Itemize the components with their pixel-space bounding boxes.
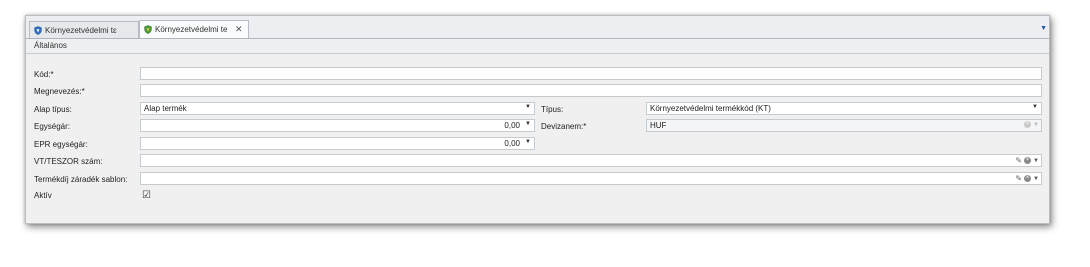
form-window: Környezetvédelmi tɛ Környezetvédelmi te … <box>25 15 1050 224</box>
termekdij-input[interactable]: ✎ × ▼ <box>140 172 1042 185</box>
tab-label: Környezetvédelmi tɛ <box>45 25 117 35</box>
devizanem-value: HUF <box>650 121 667 130</box>
tab-kornyezetvedelmi-2[interactable]: Környezetvédelmi te ✕ <box>139 20 249 38</box>
egysegar-value: 0,00 <box>504 121 520 130</box>
shield-icon <box>144 25 152 34</box>
kod-label: Kód:* <box>34 70 54 79</box>
clear-icon[interactable]: × <box>1024 175 1032 182</box>
chevron-down-icon[interactable]: ▼ <box>1033 122 1039 128</box>
tab-strip: Környezetvédelmi tɛ Környezetvédelmi te … <box>26 16 1049 39</box>
chevron-down-icon[interactable]: ▼ <box>525 139 531 145</box>
chevron-down-icon[interactable]: ▼ <box>1032 104 1038 110</box>
termekdij-label: Termékdíj záradék sablon: <box>34 175 128 184</box>
tab-kornyezetvedelmi-1[interactable]: Környezetvédelmi tɛ <box>29 21 139 38</box>
epr-egysegar-input[interactable]: 0,00 ▼ <box>140 137 535 150</box>
pencil-icon[interactable]: ✎ <box>1015 174 1022 183</box>
clear-icon[interactable]: × <box>1024 157 1032 164</box>
group-header: Általános <box>26 39 1049 54</box>
epr-egysegar-value: 0,00 <box>504 139 520 148</box>
megnevezes-input[interactable] <box>140 84 1042 97</box>
tipus-label: Típus: <box>541 105 564 114</box>
egysegar-label: Egységár: <box>34 122 71 131</box>
tab-label: Környezetvédelmi te <box>155 25 227 34</box>
vt-teszor-input[interactable]: ✎ × ▼ <box>140 154 1042 167</box>
chevron-down-icon[interactable]: ▼ <box>1033 158 1039 164</box>
aktiv-checkbox[interactable]: ☑ <box>142 191 151 201</box>
kod-input[interactable] <box>140 67 1042 80</box>
aktiv-label: Aktív <box>34 191 52 200</box>
shield-icon <box>34 25 42 35</box>
clear-icon[interactable]: × <box>1024 121 1032 128</box>
devizanem-label: Devizanem:* <box>541 122 587 131</box>
close-icon[interactable]: ✕ <box>235 24 243 35</box>
alap-tipus-value: Alap termék <box>144 104 187 113</box>
devizanem-select[interactable]: HUF × ▼ <box>646 119 1042 132</box>
group-title: Általános <box>34 41 67 50</box>
epr-egysegar-label: EPR egységár: <box>34 140 88 149</box>
megnevezes-label: Megnevezés:* <box>34 87 85 96</box>
chevron-down-icon[interactable]: ▼ <box>525 104 531 110</box>
vt-teszor-label: VT/TESZOR szám: <box>34 157 103 166</box>
chevron-down-icon[interactable]: ▼ <box>525 121 531 127</box>
alap-tipus-label: Alap típus: <box>34 105 72 114</box>
egysegar-input[interactable]: 0,00 ▼ <box>140 119 535 132</box>
alap-tipus-select[interactable]: Alap termék ▼ <box>140 102 535 115</box>
chevron-down-icon[interactable]: ▼ <box>1033 176 1039 182</box>
tipus-value: Környezetvédelmi termékkód (KT) <box>650 104 771 113</box>
chevron-down-icon[interactable]: ▼ <box>1040 25 1047 32</box>
pencil-icon[interactable]: ✎ <box>1015 156 1022 165</box>
tipus-select[interactable]: Környezetvédelmi termékkód (KT) ▼ <box>646 102 1042 115</box>
